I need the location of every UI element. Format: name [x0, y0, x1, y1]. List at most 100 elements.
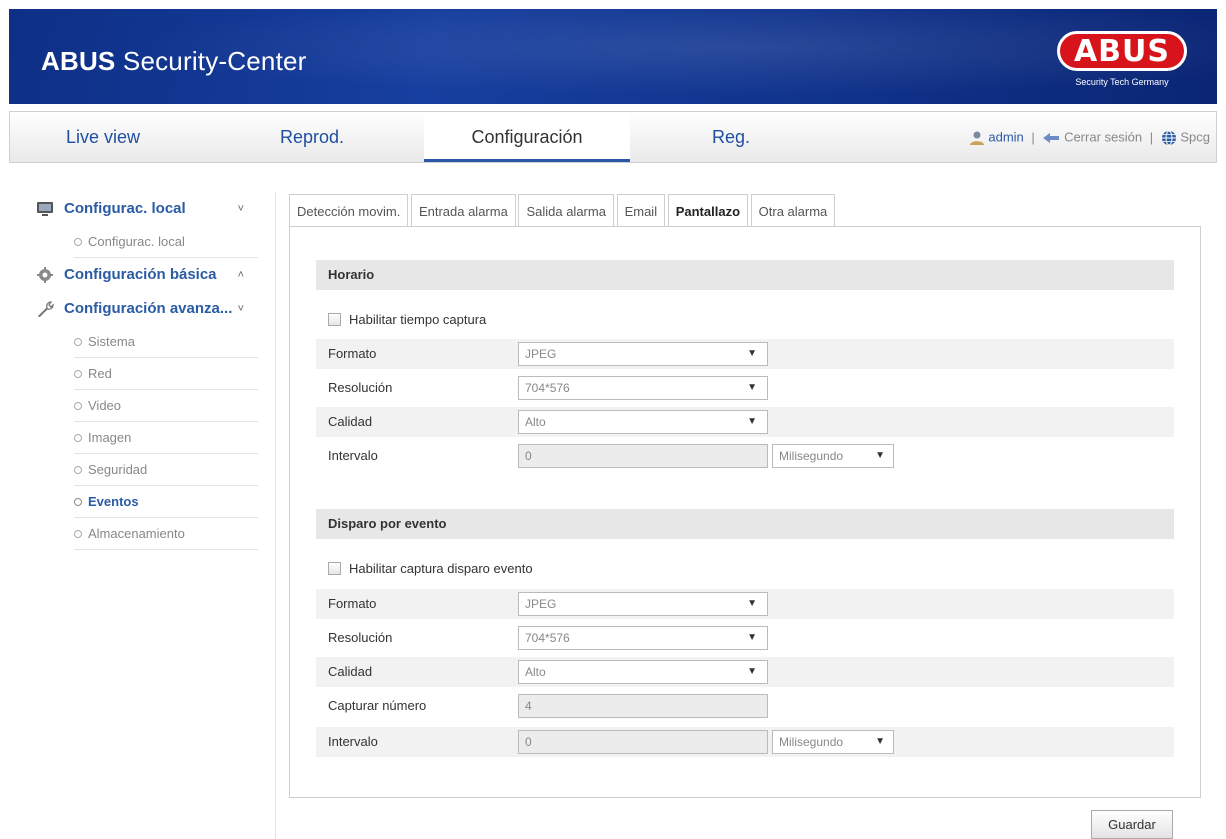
select-value: Milisegundo [779, 735, 844, 749]
resolucion-select[interactable]: 704*576 ▼ [518, 376, 768, 400]
capturar-numero-input[interactable]: 4 [518, 694, 768, 718]
tab-pantallazo[interactable]: Pantallazo [667, 194, 749, 228]
sidebar-item-imagen[interactable]: Imagen [74, 422, 258, 454]
sidebar-item-configurac-local[interactable]: Configurac. local [74, 226, 258, 258]
checkbox-label: Habilitar captura disparo evento [349, 561, 533, 576]
row-calidad-evento: Calidad Alto ▼ [316, 657, 1174, 687]
enable-event-checkbox[interactable] [328, 562, 341, 575]
chevron-down-icon: ˅ [237, 203, 244, 215]
row-intervalo-evento: Intervalo 0 Milisegundo ▼ [316, 727, 1174, 757]
nav-separator: | [1149, 129, 1154, 145]
monitor-icon [37, 202, 53, 216]
sidebar-item-video[interactable]: Video [74, 390, 258, 422]
select-value: JPEG [525, 597, 557, 611]
tab-reprod[interactable]: Reprod. [280, 112, 344, 162]
sidebar-item-sistema[interactable]: Sistema [74, 326, 258, 358]
language-select[interactable]: Spcg [1180, 130, 1210, 145]
intervalo-evento-input[interactable]: 0 [518, 730, 768, 754]
sidebar-group-label: Configuración básica [64, 266, 217, 283]
abus-logo: ABUS Security Tech Germany [1049, 31, 1195, 93]
tab-otra-alarma[interactable]: Otra alarma [750, 194, 836, 227]
dropdown-arrow-icon: ▼ [747, 632, 757, 643]
row-intervalo: Intervalo 0 Milisegundo ▼ [316, 441, 1174, 471]
logout-icon [1043, 132, 1060, 143]
dropdown-arrow-icon: ▼ [747, 416, 757, 427]
nav-separator: | [1031, 129, 1035, 145]
calidad-select[interactable]: Alto ▼ [518, 410, 768, 434]
formato-select[interactable]: JPEG ▼ [518, 342, 768, 366]
row-capturar-numero: Capturar número 4 [316, 691, 1174, 721]
user-icon [969, 131, 984, 145]
sidebar-group-advanced[interactable]: Configuración avanza... ˅ [28, 292, 258, 326]
logo-tagline: Security Tech Germany [1075, 77, 1169, 87]
row-formato: Formato JPEG ▼ [316, 339, 1174, 369]
field-label: Formato [328, 596, 377, 611]
sidebar-group-label: Configuración avanza... [64, 300, 233, 317]
dropdown-arrow-icon: ▼ [747, 382, 757, 393]
field-label: Capturar número [328, 698, 427, 713]
checkbox-label: Habilitar tiempo captura [349, 312, 487, 327]
sidebar-item-red[interactable]: Red [74, 358, 258, 390]
section-horario: Horario [316, 260, 1174, 290]
field-label: Intervalo [328, 448, 378, 463]
sidebar-item-almacenamiento[interactable]: Almacenamiento [74, 518, 258, 550]
row-resolucion-evento: Resolución 704*576 ▼ [316, 623, 1174, 653]
select-value: JPEG [525, 347, 557, 361]
snapshot-settings-panel: Horario Habilitar tiempo captura Formato… [289, 226, 1201, 798]
logo-word: ABUS [1073, 33, 1171, 69]
enable-schedule-checkbox[interactable] [328, 313, 341, 326]
select-value: Alto [525, 415, 546, 429]
select-value: 704*576 [525, 631, 570, 645]
section-disparo-evento: Disparo por evento [316, 509, 1174, 539]
app-title: ABUS Security-Center [41, 46, 307, 76]
enable-event-capture[interactable]: Habilitar captura disparo evento [328, 557, 533, 581]
calidad-evento-select[interactable]: Alto ▼ [518, 660, 768, 684]
tab-entrada-alarma[interactable]: Entrada alarma [410, 194, 516, 227]
formato-evento-select[interactable]: JPEG ▼ [518, 592, 768, 616]
row-calidad: Calidad Alto ▼ [316, 407, 1174, 437]
field-label: Resolución [328, 380, 393, 395]
tab-deteccion-movim[interactable]: Detección movim. [289, 194, 409, 227]
select-value: 704*576 [525, 381, 570, 395]
tab-reg[interactable]: Reg. [712, 112, 750, 162]
resolucion-evento-select[interactable]: 704*576 ▼ [518, 626, 768, 650]
event-subtabs: Detección movim. Entrada alarma Salida a… [289, 194, 1189, 228]
enable-schedule-capture[interactable]: Habilitar tiempo captura [328, 308, 486, 332]
field-label: Formato [328, 346, 377, 361]
intervalo-unit-select[interactable]: Milisegundo ▼ [772, 444, 894, 468]
chevron-down-icon: ˅ [237, 303, 244, 315]
dropdown-arrow-icon: ▼ [747, 348, 757, 359]
field-label: Intervalo [328, 734, 378, 749]
top-nav: Live view Reprod. Configuración Reg. adm… [9, 111, 1217, 163]
intervalo-evento-unit-select[interactable]: Milisegundo ▼ [772, 730, 894, 754]
field-label: Resolución [328, 630, 393, 645]
sidebar-group-label: Configurac. local [64, 200, 186, 217]
sidebar-item-eventos[interactable]: Eventos [74, 486, 258, 518]
sidebar-item-seguridad[interactable]: Seguridad [74, 454, 258, 486]
row-resolucion: Resolución 704*576 ▼ [316, 373, 1174, 403]
row-formato-evento: Formato JPEG ▼ [316, 589, 1174, 619]
user-area: admin | Cerrar sesión | Spcg [969, 112, 1210, 162]
sidebar-divider [275, 192, 276, 839]
select-value: Milisegundo [779, 449, 844, 463]
logo-oval: ABUS [1057, 31, 1187, 71]
tab-salida-alarma[interactable]: Salida alarma [518, 194, 614, 227]
field-label: Calidad [328, 664, 373, 679]
dropdown-arrow-icon: ▼ [875, 450, 885, 461]
sidebar-group-local[interactable]: Configurac. local ˅ [28, 192, 258, 226]
select-value: Alto [525, 665, 546, 679]
dropdown-arrow-icon: ▼ [747, 598, 757, 609]
tab-live-view[interactable]: Live view [66, 112, 140, 162]
header-banner: ABUS Security-Center ABUS Security Tech … [9, 9, 1217, 104]
tab-configuracion[interactable]: Configuración [424, 112, 630, 162]
tab-email[interactable]: Email [616, 194, 666, 227]
dropdown-arrow-icon: ▼ [875, 736, 885, 747]
intervalo-input[interactable]: 0 [518, 444, 768, 468]
sidebar-group-basic[interactable]: Configuración básica ˄ [28, 258, 258, 292]
field-label: Calidad [328, 414, 373, 429]
save-button[interactable]: Guardar [1091, 810, 1173, 839]
username-link[interactable]: admin [988, 130, 1023, 145]
dropdown-arrow-icon: ▼ [747, 666, 757, 677]
gear-icon [37, 267, 53, 283]
logout-link[interactable]: Cerrar sesión [1064, 130, 1142, 145]
